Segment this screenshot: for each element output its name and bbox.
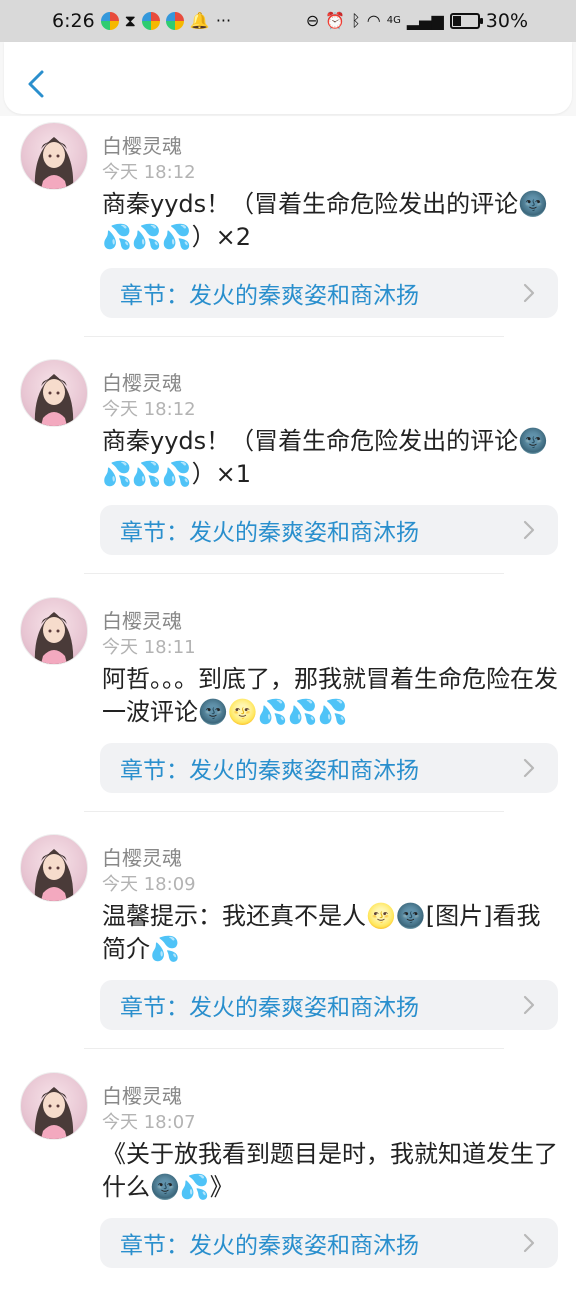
- divider: [84, 573, 504, 574]
- comment-text: 阿哲。。。到底了，那我就冒着生命危险在发一波评论🌚🌝💦💦💦: [102, 665, 558, 726]
- avatar[interactable]: [20, 359, 88, 427]
- app-notification-icon: [165, 12, 184, 30]
- timestamp: 今天 18:12: [102, 399, 196, 420]
- header: [0, 42, 576, 116]
- bluetooth-icon: ᛒ: [351, 11, 361, 30]
- chapter-link[interactable]: 章节：发火的秦爽姿和商沐扬: [100, 268, 558, 318]
- app-notification-icon: [100, 12, 119, 30]
- comment-text: 商秦yyds！（冒着生命危险发出的评论🌚💦💦💦）×1: [102, 427, 549, 488]
- hourglass-icon: ⧗: [124, 11, 136, 30]
- username: 白樱灵魂: [102, 846, 182, 870]
- chapter-label: 章节：发火的秦爽姿和商沐扬: [120, 995, 419, 1021]
- app-notification-icon: [141, 12, 160, 30]
- username: 白樱灵魂: [102, 134, 182, 158]
- chevron-left-icon: [28, 70, 44, 98]
- comment-item: 白樱灵魂 今天 18:07 《关于放我看到题目是时，我就知道发生了什么🌚💦》 章…: [0, 1072, 576, 1310]
- chapter-link[interactable]: 章节：发火的秦爽姿和商沐扬: [100, 505, 558, 555]
- wifi-icon: ◠: [366, 11, 381, 30]
- do-not-disturb-icon: ⊖: [305, 11, 320, 30]
- header-bar: [4, 42, 572, 114]
- battery-icon: [449, 13, 483, 29]
- comment-text: 《关于放我看到题目是时，我就知道发生了什么🌚💦》: [102, 1140, 558, 1201]
- username: 白樱灵魂: [102, 371, 182, 395]
- back-button[interactable]: [20, 66, 52, 102]
- chevron-right-icon: [523, 520, 535, 540]
- chevron-right-icon: [523, 758, 535, 778]
- divider: [84, 1048, 504, 1049]
- status-bar: 6:26 ⧗ 🔔 ··· ⊖ ⏰ ᛒ ◠ 4G ▂▄▆ 30%: [0, 0, 576, 42]
- comment-item: 白樱灵魂 今天 18:12 商秦yyds！（冒着生命危险发出的评论🌚💦💦💦）×2…: [0, 122, 576, 360]
- more-notifications-icon: ···: [215, 11, 232, 30]
- chevron-right-icon: [523, 1233, 535, 1253]
- username: 白樱灵魂: [102, 1084, 182, 1108]
- comment-item: 白樱灵魂 今天 18:12 商秦yyds！（冒着生命危险发出的评论🌚💦💦💦）×1…: [0, 359, 576, 597]
- timestamp: 今天 18:09: [102, 874, 196, 895]
- chapter-link[interactable]: 章节：发火的秦爽姿和商沐扬: [100, 1218, 558, 1268]
- chevron-right-icon: [523, 283, 535, 303]
- username: 白樱灵魂: [102, 609, 182, 633]
- chapter-label: 章节：发火的秦爽姿和商沐扬: [120, 283, 419, 309]
- divider: [84, 811, 504, 812]
- network-type: 4G: [386, 15, 401, 26]
- chapter-label: 章节：发火的秦爽姿和商沐扬: [120, 758, 419, 784]
- chapter-link[interactable]: 章节：发火的秦爽姿和商沐扬: [100, 743, 558, 793]
- comment-text: 商秦yyds！（冒着生命危险发出的评论🌚💦💦💦）×2: [102, 190, 549, 251]
- avatar[interactable]: [20, 1072, 88, 1140]
- alarm-icon: ⏰: [325, 11, 346, 30]
- avatar[interactable]: [20, 834, 88, 902]
- comment-item: 白樱灵魂 今天 18:09 温馨提示：我还真不是人🌝🌚[图片]看我简介💦 章节：…: [0, 834, 576, 1072]
- avatar[interactable]: [20, 122, 88, 190]
- timestamp: 今天 18:12: [102, 162, 196, 183]
- timestamp: 今天 18:11: [102, 637, 196, 658]
- chapter-link[interactable]: 章节：发火的秦爽姿和商沐扬: [100, 980, 558, 1030]
- avatar[interactable]: [20, 597, 88, 665]
- comment-item: 白樱灵魂 今天 18:11 阿哲。。。到底了，那我就冒着生命危险在发一波评论🌚🌝…: [0, 597, 576, 835]
- timestamp: 今天 18:07: [102, 1112, 196, 1133]
- status-time: 6:26: [52, 10, 95, 32]
- battery-level: 30%: [485, 10, 528, 32]
- chevron-right-icon: [523, 995, 535, 1015]
- comment-text: 温馨提示：我还真不是人🌝🌚[图片]看我简介💦: [102, 902, 541, 963]
- chapter-label: 章节：发火的秦爽姿和商沐扬: [120, 1233, 419, 1259]
- bell-icon: 🔔: [189, 11, 210, 30]
- chapter-label: 章节：发火的秦爽姿和商沐扬: [120, 520, 419, 546]
- divider: [84, 336, 504, 337]
- signal-icon: ▂▄▆: [406, 11, 444, 30]
